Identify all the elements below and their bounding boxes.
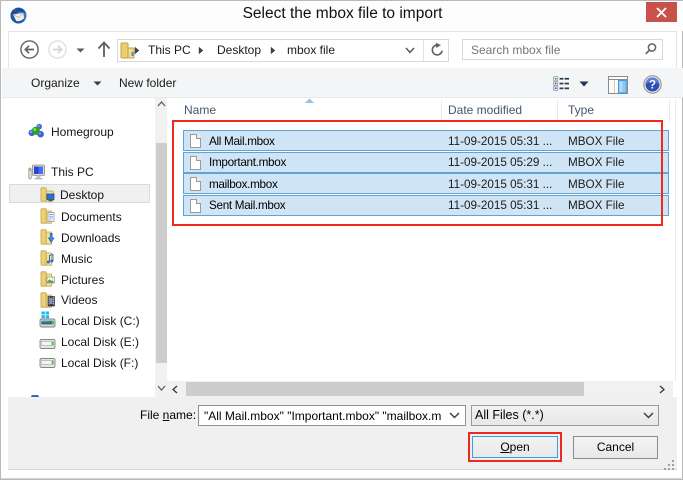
svg-text:?: ? bbox=[649, 80, 656, 92]
